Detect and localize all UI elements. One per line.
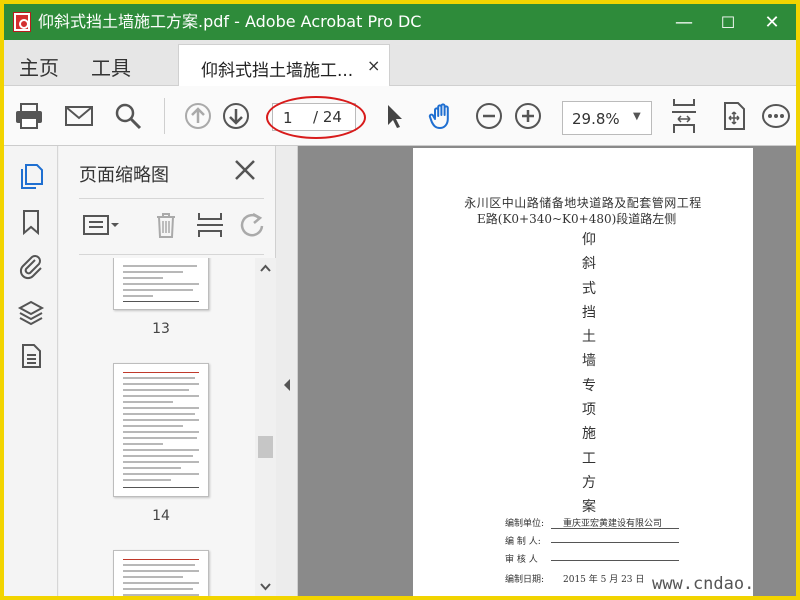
chevron-down-icon: ▼ (633, 111, 641, 122)
pdf-page: 永川区中山路储备地块道路及配套管网工程 E路(K0+340~K0+480)段道路… (413, 148, 753, 596)
title-char: 工 (582, 450, 596, 467)
rotate-page-icon[interactable] (237, 210, 267, 240)
scroll-mode-icon[interactable] (718, 100, 750, 132)
collapse-panel-handle[interactable] (276, 146, 298, 596)
zoom-out-icon[interactable] (473, 100, 505, 132)
panel-divider (79, 254, 264, 255)
underline (551, 542, 679, 543)
underline (551, 560, 679, 561)
acrobat-window: 仰斜式挡土墙施工方案.pdf - Adobe Acrobat Pro DC — … (4, 4, 796, 596)
minimize-button[interactable]: — (662, 4, 706, 40)
hand-icon[interactable] (426, 100, 458, 132)
preparer-label: 编 制 人: (505, 537, 541, 547)
document-tab-label: 仰斜式挡土墙施工... (201, 61, 354, 81)
prepared-unit-label: 编制单位: (505, 519, 545, 529)
close-icon[interactable] (231, 156, 259, 184)
close-window-button[interactable]: ✕ (750, 4, 794, 40)
maximize-button[interactable]: ☐ (706, 4, 750, 40)
pages-icon[interactable] (15, 160, 47, 192)
document-icon[interactable] (15, 340, 47, 372)
thumbnail-toolbar (59, 202, 276, 254)
bookmark-icon[interactable] (15, 206, 47, 238)
menu-tools[interactable]: 工具 (91, 52, 131, 81)
menu-home[interactable]: 主页 (19, 52, 59, 81)
highlight-ellipse-annotation (266, 96, 366, 139)
main-toolbar: / 24 29.8% ▼ (4, 86, 796, 146)
zoom-value: 29.8% (572, 110, 620, 128)
thumbnail-page-15[interactable] (113, 550, 209, 596)
chevron-up-icon[interactable] (259, 262, 272, 275)
title-char: 土 (582, 329, 596, 346)
watermark-text: www.cndao. (652, 574, 755, 594)
search-icon[interactable] (112, 100, 144, 132)
title-char: 墙 (582, 353, 596, 370)
page-thumbnails-panel: 页面缩略图 13 14 (59, 146, 276, 596)
pointer-icon[interactable] (378, 100, 410, 132)
reviewer-label: 审 核 人 (505, 555, 538, 565)
date-label: 编制日期: (505, 575, 545, 585)
title-bar: 仰斜式挡土墙施工方案.pdf - Adobe Acrobat Pro DC — … (4, 4, 796, 40)
thumbnail-page-number: 13 (152, 321, 170, 337)
vertical-title: 仰 斜 式 挡 土 墙 专 项 施 工 方 案 (581, 228, 597, 520)
title-char: 斜 (582, 256, 596, 273)
title-char: 施 (582, 426, 596, 443)
thumbnail-page-13[interactable] (113, 258, 209, 310)
document-view[interactable]: 永川区中山路储备地块道路及配套管网工程 E路(K0+340~K0+480)段道路… (276, 146, 796, 596)
underline (551, 528, 679, 529)
toolbar-divider (164, 98, 165, 134)
thumbnail-list: 13 14 (59, 258, 255, 596)
layers-icon[interactable] (15, 296, 47, 328)
insert-page-icon[interactable] (195, 210, 225, 240)
delete-page-icon[interactable] (151, 210, 181, 240)
acrobat-app-icon (13, 12, 31, 32)
attachment-icon[interactable] (15, 250, 47, 282)
page-up-icon[interactable] (182, 100, 214, 132)
thumbnail-scrollbar[interactable] (255, 258, 276, 596)
page-down-icon[interactable] (220, 100, 252, 132)
title-char: 方 (582, 474, 596, 491)
thumbnail-options-icon[interactable] (81, 210, 121, 240)
thumbnail-page-number: 14 (152, 508, 170, 524)
date-value: 2015 年 5 月 23 日 (563, 575, 645, 585)
zoom-in-icon[interactable] (512, 100, 544, 132)
chevron-left-icon[interactable] (282, 378, 292, 395)
window-title: 仰斜式挡土墙施工方案.pdf - Adobe Acrobat Pro DC (38, 12, 422, 31)
fit-page-icon[interactable] (668, 96, 700, 136)
scrollbar-thumb[interactable] (258, 436, 273, 458)
more-icon[interactable] (760, 100, 792, 132)
navigation-rail (4, 146, 58, 596)
document-heading-line1: 永川区中山路储备地块道路及配套管网工程 (464, 196, 702, 210)
print-icon[interactable] (13, 100, 45, 132)
title-char: 挡 (582, 304, 596, 321)
title-char: 专 (582, 377, 596, 394)
document-tab[interactable]: 仰斜式挡土墙施工... × (178, 44, 390, 86)
menu-bar: 主页 工具 仰斜式挡土墙施工... × (4, 40, 796, 86)
title-char: 仰 (582, 232, 596, 248)
chevron-down-icon[interactable] (259, 580, 272, 593)
title-char: 式 (582, 280, 596, 297)
document-tab-close-button[interactable]: × (367, 56, 380, 75)
mail-icon[interactable] (63, 100, 95, 132)
panel-title: 页面缩略图 (79, 165, 169, 186)
panel-divider (79, 198, 264, 199)
zoom-select[interactable]: 29.8% ▼ (562, 101, 652, 135)
thumbnail-page-14[interactable] (113, 363, 209, 497)
document-heading-line2: E路(K0+340~K0+480)段道路左侧 (477, 212, 677, 226)
title-char: 项 (582, 402, 596, 419)
